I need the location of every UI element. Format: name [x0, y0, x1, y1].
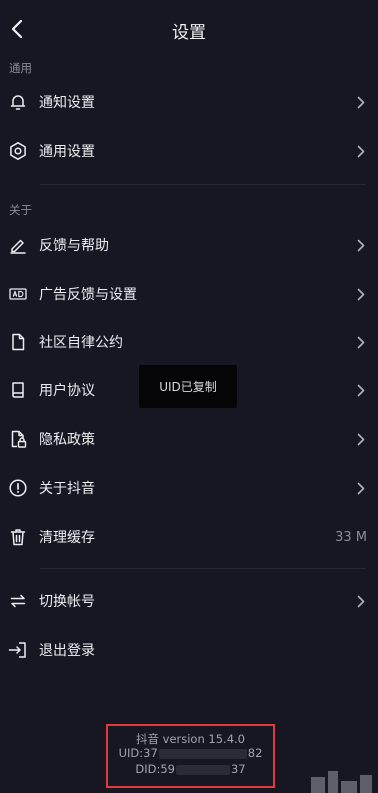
section-divider: [40, 184, 366, 185]
gear-icon: [8, 141, 28, 161]
settings-item-label: 关于抖音: [39, 481, 95, 497]
logout-item[interactable]: 退出登录: [0, 627, 378, 673]
section-divider: [40, 568, 366, 569]
settings-item-label: 通用设置: [39, 144, 95, 160]
settings-item-community-guidelines[interactable]: 社区自律公约: [0, 319, 378, 365]
did-prefix: DID:59: [135, 762, 175, 776]
chevron-right-icon: [356, 238, 366, 252]
version-info-box[interactable]: 抖音 version 15.4.0 UID:37 82 DID:59 37: [106, 724, 275, 788]
section-label-general: 通用: [9, 61, 32, 75]
settings-item-ad-feedback[interactable]: 广告反馈与设置: [0, 271, 378, 317]
chevron-right-icon: [356, 95, 366, 109]
ad-icon: [8, 284, 28, 304]
pencil-icon: [8, 235, 28, 255]
settings-item-label: 社区自律公约: [39, 335, 123, 351]
settings-item-about[interactable]: 关于抖音: [0, 465, 378, 511]
page-title: 设置: [172, 23, 206, 43]
trash-icon: [8, 527, 28, 547]
settings-item-label: 广告反馈与设置: [39, 287, 137, 303]
chevron-right-icon: [356, 287, 366, 301]
did-suffix: 37: [230, 762, 246, 776]
chevron-right-icon: [356, 594, 366, 608]
settings-item-privacy-policy[interactable]: 隐私政策: [0, 416, 378, 462]
copied-toast: UID已复制: [139, 365, 237, 408]
uid-suffix: 82: [247, 746, 263, 760]
uid-prefix: UID:37: [118, 746, 158, 760]
settings-item-label: 隐私政策: [39, 432, 95, 448]
did-line[interactable]: DID:59 37: [108, 762, 273, 776]
settings-item-label: 通知设置: [39, 95, 95, 111]
chevron-right-icon: [356, 383, 366, 397]
switch-account-label: 切换帐号: [39, 594, 95, 610]
redacted-uid: [158, 748, 247, 759]
settings-item-clear-cache[interactable]: 清理缓存 33 M: [0, 514, 378, 560]
settings-screen: 设置 通用 通知设置 通用设置 关于 反馈与帮助 广告反馈与设置 社区自律公约 …: [0, 0, 378, 793]
settings-item-label: 用户协议: [39, 383, 95, 399]
swap-arrows-icon: [8, 591, 28, 611]
settings-item-label: 反馈与帮助: [39, 238, 109, 254]
book-icon: [8, 380, 28, 400]
settings-item-notifications[interactable]: 通知设置: [0, 79, 378, 125]
lock-document-icon: [8, 429, 28, 449]
settings-item-general[interactable]: 通用设置: [0, 128, 378, 174]
chevron-right-icon: [356, 432, 366, 446]
bell-icon: [8, 92, 28, 112]
switch-account-item[interactable]: 切换帐号: [0, 578, 378, 624]
chevron-left-icon: [11, 19, 23, 39]
back-button[interactable]: [4, 14, 30, 44]
chevron-right-icon: [356, 481, 366, 495]
uid-line[interactable]: UID:37 82: [108, 746, 273, 760]
document-icon: [8, 332, 28, 352]
logout-label: 退出登录: [39, 643, 95, 659]
logout-icon: [8, 640, 28, 660]
settings-item-feedback[interactable]: 反馈与帮助: [0, 222, 378, 268]
section-label-about: 关于: [9, 203, 32, 217]
app-version-text: 抖音 version 15.4.0: [135, 732, 245, 746]
chevron-right-icon: [356, 335, 366, 349]
info-icon: [8, 478, 28, 498]
redacted-did: [175, 764, 230, 775]
cache-size-value: 33 M: [335, 529, 367, 545]
header-bar: 设置: [0, 0, 378, 58]
chevron-right-icon: [356, 144, 366, 158]
settings-item-label: 清理缓存: [39, 530, 95, 546]
watermark-logo: [286, 765, 378, 793]
